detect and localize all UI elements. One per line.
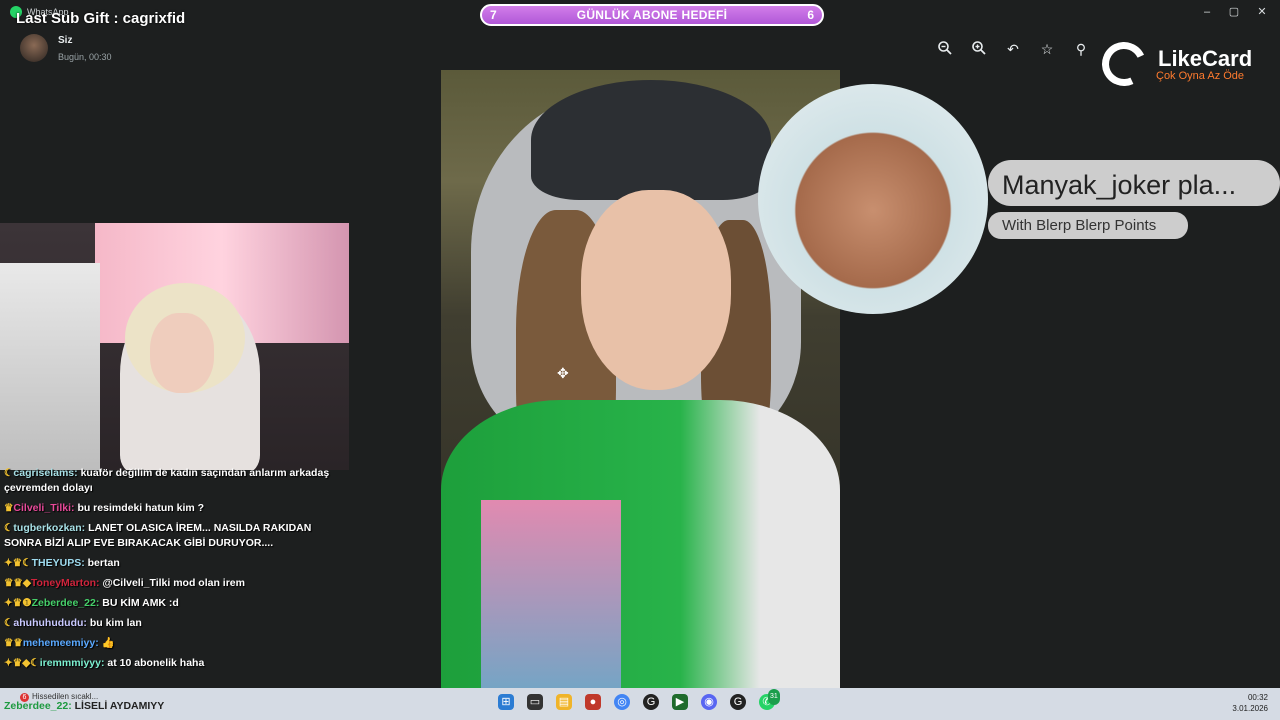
chat-text: at 10 abonelik haha (107, 657, 205, 669)
chat-message: ☾ahuhuhududu: bu kim lan (4, 616, 340, 631)
chat-username: ahuhuhududu: (13, 617, 87, 629)
chat-username: Cilveli_Tilki: (13, 502, 75, 514)
zoom-in-icon[interactable] (970, 40, 988, 58)
streamer-webcam (0, 223, 349, 470)
window-titlebar: WhatsApp Last Sub Gift : cagrixfid 7 GÜN… (0, 0, 1280, 28)
chat-message: ☾cagriselams: kuaför değilim de kadın sa… (4, 466, 340, 496)
chat-badges-icon: ♛ (4, 502, 14, 514)
webcam-face (150, 313, 214, 393)
blerp-avatar-bubble (758, 84, 988, 314)
chat-ticker: Zeberdee_22: LİSELİ AYDAMIYY (4, 700, 164, 712)
close-window-button[interactable]: ✕ (1250, 4, 1274, 20)
chat-text: bu resimdeki hatun kim ? (77, 502, 205, 514)
chat-username: iremmmiyyy: (39, 657, 105, 669)
chat-username: Zeberdee_22: (31, 597, 100, 609)
star-icon[interactable]: ☆ (1038, 40, 1056, 58)
opera-icon[interactable]: G (730, 694, 746, 710)
app-red-icon[interactable]: ● (585, 694, 601, 710)
chat-message: ☾tugberkozkan: LANET OLASICA İREM... NAS… (4, 521, 340, 551)
windows-taskbar: 6 Hissedilen sıcakl... Zeberdee_22: LİSEL… (0, 688, 1280, 720)
chat-badges-icon: ☾ (4, 467, 14, 479)
chat-badges-icon: ☾ (4, 617, 14, 629)
goal-target: 6 (807, 8, 814, 22)
likecard-overlay: LikeCard Çok Oyna Az Öde (1095, 35, 1260, 94)
chat-text: bu kim lan (89, 617, 142, 629)
file-explorer-icon[interactable]: ▤ (556, 694, 572, 710)
chat-message: ♛♛mehemeemiyy: 👍 (4, 636, 340, 651)
chat-username: tugberkozkan: (13, 522, 86, 534)
blerp-name: Manyak_joker pla... (1002, 170, 1237, 200)
start-icon[interactable]: ⊞ (498, 694, 514, 710)
zoom-out-icon[interactable] (936, 40, 954, 58)
webcam-shelf (0, 263, 100, 470)
photo-cap (531, 80, 771, 200)
discord-icon[interactable]: ◉ (701, 694, 717, 710)
sender-name: Siz (58, 34, 73, 46)
chat-text: BU KİM AMK :d (102, 597, 179, 609)
taskbar-apps: ⊞ ▭ ▤ ● ◎ G ▶ ◉ G ✆ 31 (498, 689, 780, 710)
chat-username: ToneyMarton: (30, 577, 100, 589)
whatsapp-taskbar-icon[interactable]: ✆ 31 (759, 689, 780, 710)
chat-text: 👍 (101, 637, 115, 649)
chat-badges-icon: ✦♛◆☾ (4, 657, 40, 669)
avatar (20, 34, 48, 62)
chat-badges-icon: ✦♛☾ (4, 557, 32, 569)
chat-message: ✦♛❶Zeberdee_22: BU KİM AMK :d (4, 596, 340, 611)
ticker-text: LİSELİ AYDAMIYY (74, 700, 165, 712)
clock-date: 3.01.2026 (1232, 704, 1268, 713)
minimize-button[interactable]: – (1195, 4, 1219, 20)
media-sender: Siz Bugün, 00:30 (20, 34, 112, 62)
whatsapp-unread-badge: 31 (768, 689, 780, 705)
photo-face (581, 190, 731, 390)
likecard-slogan: Çok Oyna Az Öde (1156, 70, 1245, 82)
chat-text: @Cilveli_Tilki mod olan irem (102, 577, 245, 589)
opera-gx-icon[interactable]: G (643, 694, 659, 710)
task-view-icon[interactable]: ▭ (527, 694, 543, 710)
sender-timestamp: Bugün, 00:30 (58, 51, 112, 62)
chat-message: ♛Cilveli_Tilki: bu resimdeki hatun kim ? (4, 501, 340, 516)
clock-time: 00:32 (1247, 693, 1268, 702)
chat-badges-icon: ✦♛❶ (4, 597, 32, 609)
app-green-icon[interactable]: ▶ (672, 694, 688, 710)
chat-username: cagriselams: (13, 467, 78, 479)
maximize-button[interactable]: ▢ (1222, 4, 1246, 20)
chrome-icon[interactable]: ◎ (614, 694, 630, 710)
goal-title: GÜNLÜK ABONE HEDEFİ (576, 8, 728, 22)
system-clock[interactable]: 00:32 3.01.2026 (1222, 692, 1268, 714)
likecard-logo-icon (1095, 35, 1153, 93)
photo-shirt (481, 500, 621, 688)
chat-badges-icon: ♛♛ (4, 637, 23, 649)
subscriber-goal-bar: 7 GÜNLÜK ABONE HEDEFİ 6 (480, 4, 824, 26)
stream-chat: ☾cagriselams: kuaför değilim de kadın sa… (4, 466, 340, 676)
goal-current: 7 (490, 8, 497, 22)
pin-icon[interactable]: ⚲ (1072, 40, 1090, 58)
reply-icon[interactable]: ↶ (1004, 40, 1022, 58)
chat-message: ✦♛☾THEYUPS: bertan (4, 556, 340, 571)
chat-badges-icon: ♛♛◆ (4, 577, 31, 589)
chat-username: mehemeemiyy: (22, 637, 99, 649)
chat-badges-icon: ☾ (4, 522, 14, 534)
chat-text: bertan (87, 557, 120, 569)
move-cursor-icon: ✥ (557, 365, 569, 381)
media-viewer-toolbar: ↶ ☆ ⚲ (936, 40, 1090, 58)
blerp-subtitle: With Blerp Blerp Points (1002, 217, 1157, 234)
chat-message: ♛♛◆ToneyMarton: @Cilveli_Tilki mod olan … (4, 576, 340, 591)
chat-message: ✦♛◆☾iremmmiyyy: at 10 abonelik haha (4, 656, 340, 671)
chat-username: THEYUPS: (31, 557, 85, 569)
last-sub-gift-overlay: Last Sub Gift : cagrixfid (16, 10, 186, 27)
ticker-user: Zeberdee_22: (4, 700, 72, 712)
likecard-name: LikeCard (1158, 46, 1253, 71)
